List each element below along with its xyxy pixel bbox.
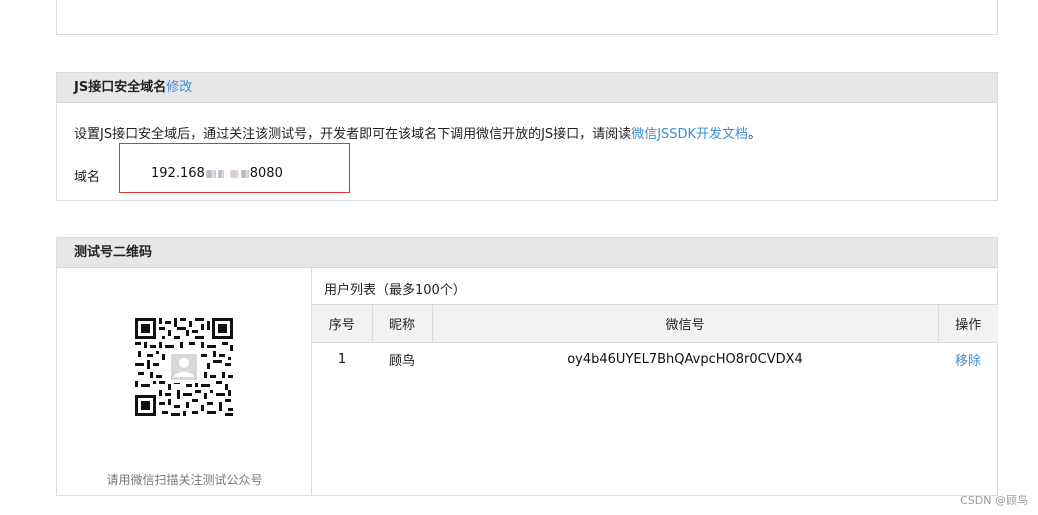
js-domain-description: 设置JS接口安全域后，通过关注该测试号，开发者即可在该域名下调用微信开放的JS接… [74, 123, 761, 142]
desc-text: 设置JS接口安全域后，通过关注该测试号，开发者即可在该域名下调用微信开放的JS接… [74, 127, 632, 142]
row-nickname: 顾鸟 [388, 354, 415, 370]
watermark: CSDN @顾鸟 [960, 494, 1028, 507]
edit-domain-link[interactable]: 修改 [166, 80, 192, 95]
previous-panel [56, 0, 998, 35]
user-list-title: 用户列表（最多100个） [324, 283, 466, 298]
user-table: 序号 昵称 微信号 操作 1 顾鸟 oy4b46UYEL7BhQAvpcHO8r… [312, 304, 998, 377]
col-header-action: 操作 [937, 304, 998, 343]
js-domain-panel: JS接口安全域名修改 设置JS接口安全域后，通过关注该测试号，开发者即可在该域名… [56, 72, 998, 201]
col-header-nickname: 昵称 [371, 304, 433, 343]
col-header-index: 序号 [312, 304, 373, 343]
qr-header: 测试号二维码 [57, 238, 997, 268]
row-wechat-id: oy4b46UYEL7BhQAvpcHO8r0CVDX4 [567, 352, 803, 368]
redacted-segment [229, 169, 239, 178]
user-list-area: 用户列表（最多100个） 序号 昵称 微信号 操作 1 顾鸟 oy4b46UYE… [312, 268, 998, 496]
domain-label: 域名 [74, 170, 101, 185]
jssdk-doc-link[interactable]: 微信JSSDK开发文档 [631, 127, 748, 142]
qr-caption: 请用微信扫描关注测试公众号 [106, 473, 263, 487]
qr-code-area: 请用微信扫描关注测试公众号 [57, 268, 312, 496]
js-domain-title: JS接口安全域名 [74, 80, 167, 95]
redacted-segment [205, 169, 216, 178]
domain-value: 192.168 8080 [151, 166, 283, 181]
qr-panel: 测试号二维码 请用微信扫描关注测试公众号 用户列表（最多100个） 序号 昵称 … [56, 237, 998, 496]
qr-title: 测试号二维码 [74, 245, 153, 260]
redacted-segment [217, 169, 224, 178]
desc-suffix: 。 [748, 127, 762, 142]
domain-start: 192.168 [151, 166, 205, 181]
table-header-row: 序号 昵称 微信号 操作 [312, 304, 998, 343]
qr-code-icon [135, 318, 233, 416]
remove-user-link[interactable]: 移除 [955, 354, 981, 369]
table-row: 1 顾鸟 oy4b46UYEL7BhQAvpcHO8r0CVDX4 移除 [312, 343, 998, 377]
row-index: 1 [337, 352, 347, 368]
col-header-wechat-id: 微信号 [431, 304, 939, 343]
qr-code-image [135, 318, 233, 416]
redacted-segment [240, 169, 249, 178]
js-domain-header: JS接口安全域名修改 [57, 73, 997, 103]
domain-end: 8080 [249, 166, 283, 181]
